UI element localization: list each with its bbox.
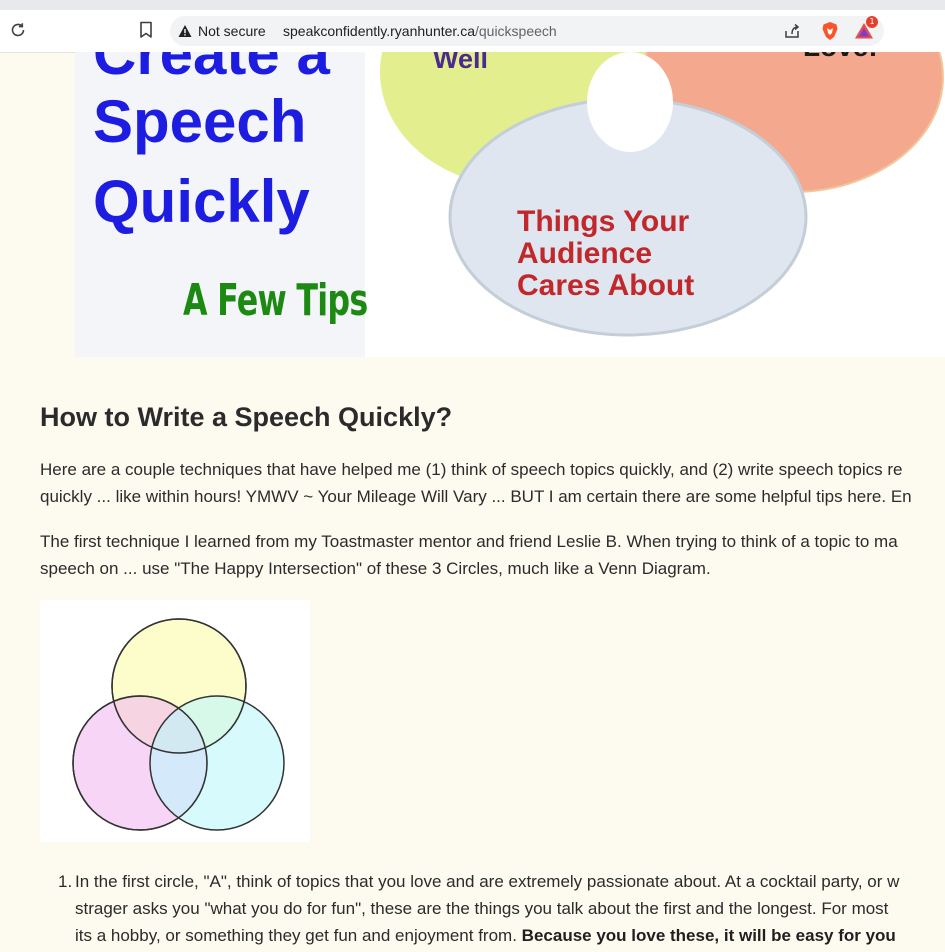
brave-rewards-icon[interactable]: 1 [854, 16, 878, 41]
security-label: Not secure [198, 23, 266, 39]
list-item-1-bold: Because you love these, it will be easy … [521, 926, 896, 945]
technique-line-2: speech on ... use "The Happy Intersectio… [40, 559, 711, 578]
warning-icon [178, 25, 192, 37]
venn-circle-c [149, 695, 285, 831]
hero-bottom-label-1: Things Your [517, 205, 690, 238]
url-path: /quickspeech [474, 23, 557, 39]
list-number: 1. [58, 872, 73, 891]
bookmark-icon[interactable] [136, 20, 156, 40]
intro-line-1: Here are a couple techniques that have h… [40, 460, 903, 479]
technique-paragraph: The first technique I learned from my To… [40, 528, 945, 582]
browser-toolbar: Not secure speakconfidently.ryanhunter.c… [0, 10, 945, 53]
hero-bottom-label-3: Cares About [517, 269, 694, 302]
list-item-1-line-1: In the first circle, "A", think of topic… [75, 872, 900, 891]
url-host: speakconfidently.ryanhunter.ca [283, 23, 475, 39]
list-item-1-text: its a hobby, or something they get fun a… [75, 926, 522, 945]
section-heading: How to Write a Speech Quickly? [40, 402, 453, 432]
venn-diagram-image [40, 600, 310, 842]
rewards-badge: 1 [866, 16, 878, 28]
address-bar[interactable]: Not secure speakconfidently.ryanhunter.c… [170, 16, 884, 46]
share-icon[interactable] [782, 21, 802, 41]
reload-icon[interactable] [8, 20, 28, 40]
security-indicator[interactable]: Not secure [178, 16, 266, 46]
intro-line-2: quickly ... like within hours! YMWV ~ Yo… [40, 487, 912, 506]
hero-bottom-label-2: Audience [517, 237, 652, 270]
list-item-1-line-2: strager asks you "what you do for fun", … [75, 899, 889, 918]
technique-line-1: The first technique I learned from my To… [40, 532, 898, 551]
brave-shields-icon[interactable] [820, 21, 840, 41]
hero-circle-top-left-label: Well [433, 52, 488, 74]
hero-venn-illustration: Well Love! Things Your Audience Cares Ab… [380, 52, 944, 337]
intro-paragraph: Here are a couple techniques that have h… [40, 456, 945, 510]
url-text[interactable]: speakconfidently.ryanhunter.ca/quickspee… [283, 16, 557, 46]
hero-circle-top-right-label: Love! [803, 52, 878, 62]
hero-intersection [587, 52, 673, 152]
browser-tabstrip [0, 0, 945, 10]
hero-image: Create a Speech Quickly A Few Tips Well … [75, 52, 945, 357]
list-item-1-line-3: its a hobby, or something they get fun a… [75, 922, 896, 949]
